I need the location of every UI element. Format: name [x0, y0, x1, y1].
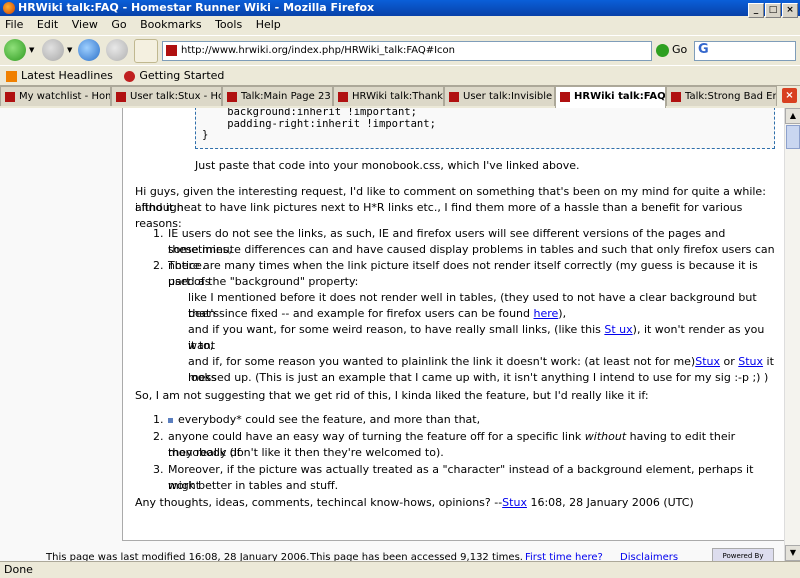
- menu-bookmarks[interactable]: Bookmarks: [140, 18, 201, 31]
- forward-history-dropdown[interactable]: ▼: [67, 46, 72, 54]
- menu-go[interactable]: Go: [111, 18, 126, 31]
- bullet-icon: [168, 417, 173, 423]
- forward-button[interactable]: [42, 39, 64, 61]
- list2-item2-line2: they really don't like it then they're w…: [168, 446, 444, 459]
- tab-talk-strong-bad[interactable]: Talk:Strong Bad Em...: [666, 86, 777, 106]
- go-arrow-icon: [656, 43, 669, 57]
- close-tab-icon[interactable]: ×: [782, 88, 797, 103]
- list2-item1-text: everybody* could see the feature, and mo…: [178, 413, 481, 426]
- footer-access-count: This page has been accessed 9,132 times.: [310, 552, 523, 561]
- list1-number-2: 2.: [153, 259, 164, 272]
- getting-started-icon: [124, 70, 136, 82]
- list2-item3-line2: work better in tables and stuff.: [168, 479, 339, 492]
- menu-file[interactable]: File: [5, 18, 23, 31]
- scroll-down-arrow-icon[interactable]: ▼: [785, 545, 800, 561]
- sub1-end: ),: [558, 307, 567, 320]
- paste-note: Just paste that code into your monobook.…: [195, 159, 580, 172]
- firefox-icon: [3, 2, 15, 14]
- list1-item2-line2: part of the "background" property:: [168, 275, 359, 288]
- bookmark-getting-started[interactable]: Getting Started: [139, 69, 224, 82]
- reload-button[interactable]: [78, 39, 100, 61]
- back-button[interactable]: [4, 39, 26, 61]
- css-code-block: background:inherit !important; padding-r…: [195, 108, 775, 149]
- status-bar: Done: [0, 561, 800, 577]
- navigation-toolbar: ▼ ▼ http://www.hrwiki.org/index.php/HRWi…: [0, 35, 800, 64]
- menu-tools[interactable]: Tools: [215, 18, 242, 31]
- footer-disclaimers-link[interactable]: Disclaimers: [620, 552, 678, 561]
- sub1-line2: been since fixed -- and example for fire…: [188, 306, 566, 322]
- sub2-line2: it to,: [188, 339, 214, 352]
- closing-text: Any thoughts, ideas, comments, techincal…: [135, 496, 503, 509]
- article-content: background:inherit !important; padding-r…: [122, 108, 784, 541]
- go-label: Go: [672, 43, 688, 56]
- closing-line: Any thoughts, ideas, comments, techincal…: [135, 495, 694, 511]
- rss-feed-icon: [6, 70, 17, 82]
- here-link[interactable]: here: [534, 307, 559, 320]
- vertical-scrollbar[interactable]: ▲ ▼: [784, 108, 800, 561]
- tab-hrwiki-talk-thank-you[interactable]: HRWiki talk:Thank Y...: [333, 86, 444, 106]
- bookmarks-toolbar: Latest Headlines Getting Started: [0, 65, 800, 86]
- tab-user-talk-stux[interactable]: User talk:Stux - Ho...: [111, 86, 222, 106]
- back-history-dropdown[interactable]: ▼: [29, 46, 34, 54]
- tab-talk-main-page[interactable]: Talk:Main Page 23 - ...: [222, 86, 333, 106]
- window-titlebar: HRWiki talk:FAQ - Homestar Runner Wiki -…: [0, 0, 800, 18]
- stop-button[interactable]: [106, 39, 128, 61]
- menu-bar: File Edit View Go Bookmarks Tools Help: [0, 16, 800, 34]
- list2-item1: everybody* could see the feature, and mo…: [168, 412, 480, 428]
- site-favicon-icon: [166, 45, 177, 56]
- menu-help[interactable]: Help: [256, 18, 281, 31]
- summary-text: So, I am not suggesting that we get rid …: [135, 389, 649, 402]
- go-button[interactable]: Go: [656, 41, 687, 59]
- list2-number-3: 3.: [153, 463, 164, 476]
- sub2-line1: and if you want, for some weird reason, …: [188, 322, 784, 354]
- list2-number-2: 2.: [153, 430, 164, 443]
- search-box[interactable]: G: [694, 41, 796, 61]
- bookmark-latest-headlines[interactable]: Latest Headlines: [21, 69, 113, 82]
- footer-last-modified: This page was last modified 16:08, 28 Ja…: [46, 552, 310, 561]
- menu-view[interactable]: View: [72, 18, 98, 31]
- list2-item2-text: anyone could have an easy way of turning…: [168, 430, 582, 443]
- menu-edit[interactable]: Edit: [37, 18, 58, 31]
- powered-by-badge[interactable]: Powered By: [712, 548, 774, 561]
- plainlink-stux-link-1[interactable]: Stux: [695, 355, 720, 368]
- window-title: HRWiki talk:FAQ - Homestar Runner Wiki -…: [18, 1, 375, 14]
- signature-stux-link[interactable]: Stux: [502, 496, 527, 509]
- sub3-text: and if, for some reason you wanted to pl…: [188, 355, 696, 368]
- page-viewport: background:inherit !important; padding-r…: [0, 108, 784, 561]
- tab-watchlist[interactable]: My watchlist - Home...: [0, 86, 111, 106]
- sub1-text: been since fixed -- and example for fire…: [188, 307, 530, 320]
- sub3-line2: messed up. (This is just an example that…: [188, 371, 769, 384]
- home-button[interactable]: [134, 39, 158, 63]
- plainlink-stux-link-2[interactable]: Stux: [738, 355, 763, 368]
- scroll-up-arrow-icon[interactable]: ▲: [785, 108, 800, 124]
- google-search-icon: G: [698, 42, 709, 57]
- footer-first-time-link[interactable]: First time here?: [525, 552, 603, 561]
- tab-hrwiki-talk-faq[interactable]: HRWiki talk:FAQ - ...: [555, 86, 666, 108]
- emphasis-without: without: [584, 430, 627, 443]
- tab-user-talk-invisible[interactable]: User talk:Invisible R...: [444, 86, 555, 106]
- url-bar[interactable]: http://www.hrwiki.org/index.php/HRWiki_t…: [162, 41, 652, 61]
- sub2-text: and if you want, for some weird reason, …: [188, 323, 601, 336]
- signature-timestamp: 16:08, 28 January 2006 (UTC): [526, 496, 694, 509]
- url-text[interactable]: http://www.hrwiki.org/index.php/HRWiki_t…: [181, 45, 455, 56]
- list2-number-1: 1.: [153, 413, 164, 426]
- small-stux-link[interactable]: St ux: [604, 323, 632, 336]
- list1-number-1: 1.: [153, 227, 164, 240]
- scroll-thumb[interactable]: [786, 125, 800, 149]
- tab-bar: My watchlist - Home... User talk:Stux - …: [0, 86, 800, 108]
- sub3-or: or: [720, 355, 739, 368]
